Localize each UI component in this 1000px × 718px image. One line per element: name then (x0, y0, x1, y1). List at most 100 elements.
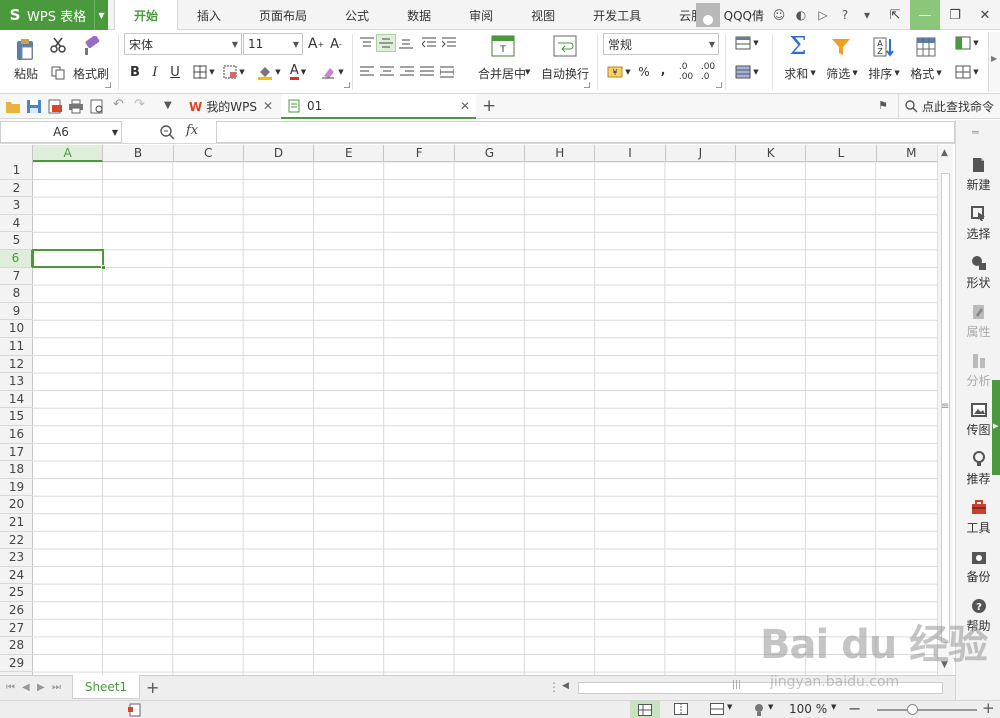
share-icon[interactable]: ▷ (814, 6, 832, 24)
filter-button[interactable]: 筛选 ▼ (822, 63, 862, 83)
sidebar-item-select[interactable]: 选择 (956, 201, 1000, 245)
align-bottom-icon[interactable] (397, 34, 415, 52)
column-header[interactable]: L (806, 145, 877, 162)
percent-button[interactable]: % (636, 62, 652, 82)
feedback-icon[interactable]: ◐ (792, 6, 810, 24)
minimize-button[interactable]: — (910, 0, 940, 30)
doc-tab-01[interactable]: 01 ✕ (281, 94, 476, 119)
cell-style-icon[interactable]: ▼ (220, 62, 248, 82)
row-header[interactable]: 1 (0, 162, 33, 180)
redo-icon[interactable]: ↷ (134, 97, 150, 112)
number-dialog-launcher[interactable] (716, 82, 722, 88)
column-header[interactable]: J (666, 145, 736, 162)
clear-format-icon[interactable]: ▼ (318, 62, 346, 82)
format-cells-icon[interactable] (913, 34, 939, 60)
sum-button[interactable]: 求和 ▼ (780, 63, 820, 83)
normal-view-button[interactable] (630, 701, 660, 718)
maximize-button[interactable]: ❐ (940, 0, 970, 30)
row-header[interactable]: 3 (0, 197, 33, 215)
reading-mode-icon[interactable] (752, 703, 766, 716)
decrease-font-icon[interactable]: A- (327, 33, 345, 55)
table-style-icon[interactable]: ▼ (732, 33, 762, 53)
sidebar-item-new[interactable]: 新建 (956, 152, 1000, 196)
column-header[interactable]: K (736, 145, 807, 162)
restore-ribbon-button[interactable]: ⇱ (880, 0, 910, 30)
row-header[interactable]: 28 (0, 637, 33, 655)
tab-insert[interactable]: 插入 (178, 0, 240, 30)
wrap-text-icon[interactable] (552, 34, 578, 58)
column-header[interactable]: B (103, 145, 174, 162)
doc-tab-my-wps[interactable]: W 我的WPS ✕ (183, 94, 279, 119)
font-dialog-launcher[interactable] (344, 82, 350, 88)
column-header[interactable]: A (33, 145, 104, 162)
row-header[interactable]: 18 (0, 461, 33, 479)
row-header[interactable]: 15 (0, 408, 33, 426)
first-sheet-icon[interactable]: ⏮ (6, 682, 15, 693)
row-header[interactable]: 21 (0, 514, 33, 532)
column-header[interactable]: G (455, 145, 526, 162)
next-sheet-icon[interactable]: ▶ (37, 682, 45, 693)
zoom-slider[interactable] (877, 709, 977, 711)
chevron-down-icon[interactable]: ▼ (94, 0, 108, 30)
open-folder-icon[interactable] (5, 99, 21, 114)
last-sheet-icon[interactable]: ⏭ (52, 682, 61, 693)
row-header[interactable]: 19 (0, 479, 33, 497)
decrease-indent-icon[interactable] (420, 34, 438, 52)
user-name[interactable]: QQQ倩 (724, 7, 764, 24)
zoom-out-icon[interactable]: − (848, 699, 861, 718)
row-header[interactable]: 9 (0, 303, 33, 321)
sidebar-item-shape[interactable]: 形状 (956, 250, 1000, 294)
row-header[interactable]: 26 (0, 602, 33, 620)
add-sheet-icon[interactable]: + (146, 678, 159, 697)
increase-indent-icon[interactable] (440, 34, 458, 52)
cell-area[interactable] (33, 162, 937, 675)
formula-input[interactable] (216, 121, 955, 143)
sidebar-collapse-handle[interactable]: ▶ (992, 380, 1000, 475)
export-pdf-icon[interactable] (47, 99, 63, 114)
select-all-button[interactable] (0, 145, 33, 162)
sort-icon[interactable]: AZ (870, 34, 896, 60)
save-icon[interactable] (26, 99, 42, 114)
vertical-scrollbar[interactable]: ▲ ≡ ▼ (937, 145, 953, 675)
format-button[interactable]: 格式 ▼ (906, 63, 946, 83)
paste-icon[interactable] (8, 36, 42, 64)
tab-formulas[interactable]: 公式 (326, 0, 388, 30)
tab-developer[interactable]: 开发工具 (574, 0, 660, 30)
page-layout-view-icon[interactable] (674, 703, 688, 715)
avatar[interactable] (695, 3, 720, 27)
row-header[interactable]: 27 (0, 620, 33, 638)
undo-icon[interactable]: ↶ (113, 97, 129, 112)
page-break-view-icon[interactable] (710, 703, 724, 715)
row-header[interactable]: 22 (0, 532, 33, 550)
tab-review[interactable]: 审阅 (450, 0, 512, 30)
fill-color-icon[interactable]: ▼ (255, 62, 283, 82)
tab-view[interactable]: 视图 (512, 0, 574, 30)
zoom-formula-icon[interactable] (160, 125, 175, 140)
format-painter-icon[interactable] (80, 35, 104, 57)
copy-icon[interactable] (48, 63, 68, 83)
chevron-down-icon[interactable]: ▼ (727, 703, 732, 711)
row-header[interactable]: 8 (0, 285, 33, 303)
customize-toolbar-icon[interactable]: ▼ (164, 100, 180, 115)
alignment-dialog-launcher[interactable] (584, 82, 590, 88)
row-header[interactable]: 6 (0, 250, 33, 268)
underline-button[interactable]: U (166, 62, 184, 82)
column-header[interactable]: I (595, 145, 666, 162)
column-header[interactable]: F (385, 145, 455, 162)
row-header[interactable]: 5 (0, 232, 33, 250)
row-header[interactable]: 23 (0, 549, 33, 567)
prev-sheet-icon[interactable]: ◀ (22, 682, 30, 693)
cut-icon[interactable] (48, 35, 68, 55)
pin-icon[interactable]: ⚑ (878, 99, 888, 112)
row-header[interactable]: 13 (0, 373, 33, 391)
help-icon[interactable]: ? (836, 6, 854, 24)
worksheet-grid[interactable]: ABCDEFGHIJKLM 1 2 3 4 5 6 7 8 9 10 11 12 13 14 15 16 17 1… (0, 145, 937, 675)
sidebar-item-backup[interactable]: 备份 (956, 544, 1000, 588)
increase-decimal-icon[interactable]: .0.00 (676, 62, 696, 82)
chevron-down-icon[interactable]: ▼ (831, 703, 836, 711)
column-header[interactable]: H (525, 145, 596, 162)
ribbon-scroll[interactable]: ▶ (988, 32, 1000, 92)
align-right-icon[interactable] (398, 63, 416, 81)
row-header[interactable]: 11 (0, 338, 33, 356)
insert-function-button[interactable]: fx (186, 123, 198, 138)
